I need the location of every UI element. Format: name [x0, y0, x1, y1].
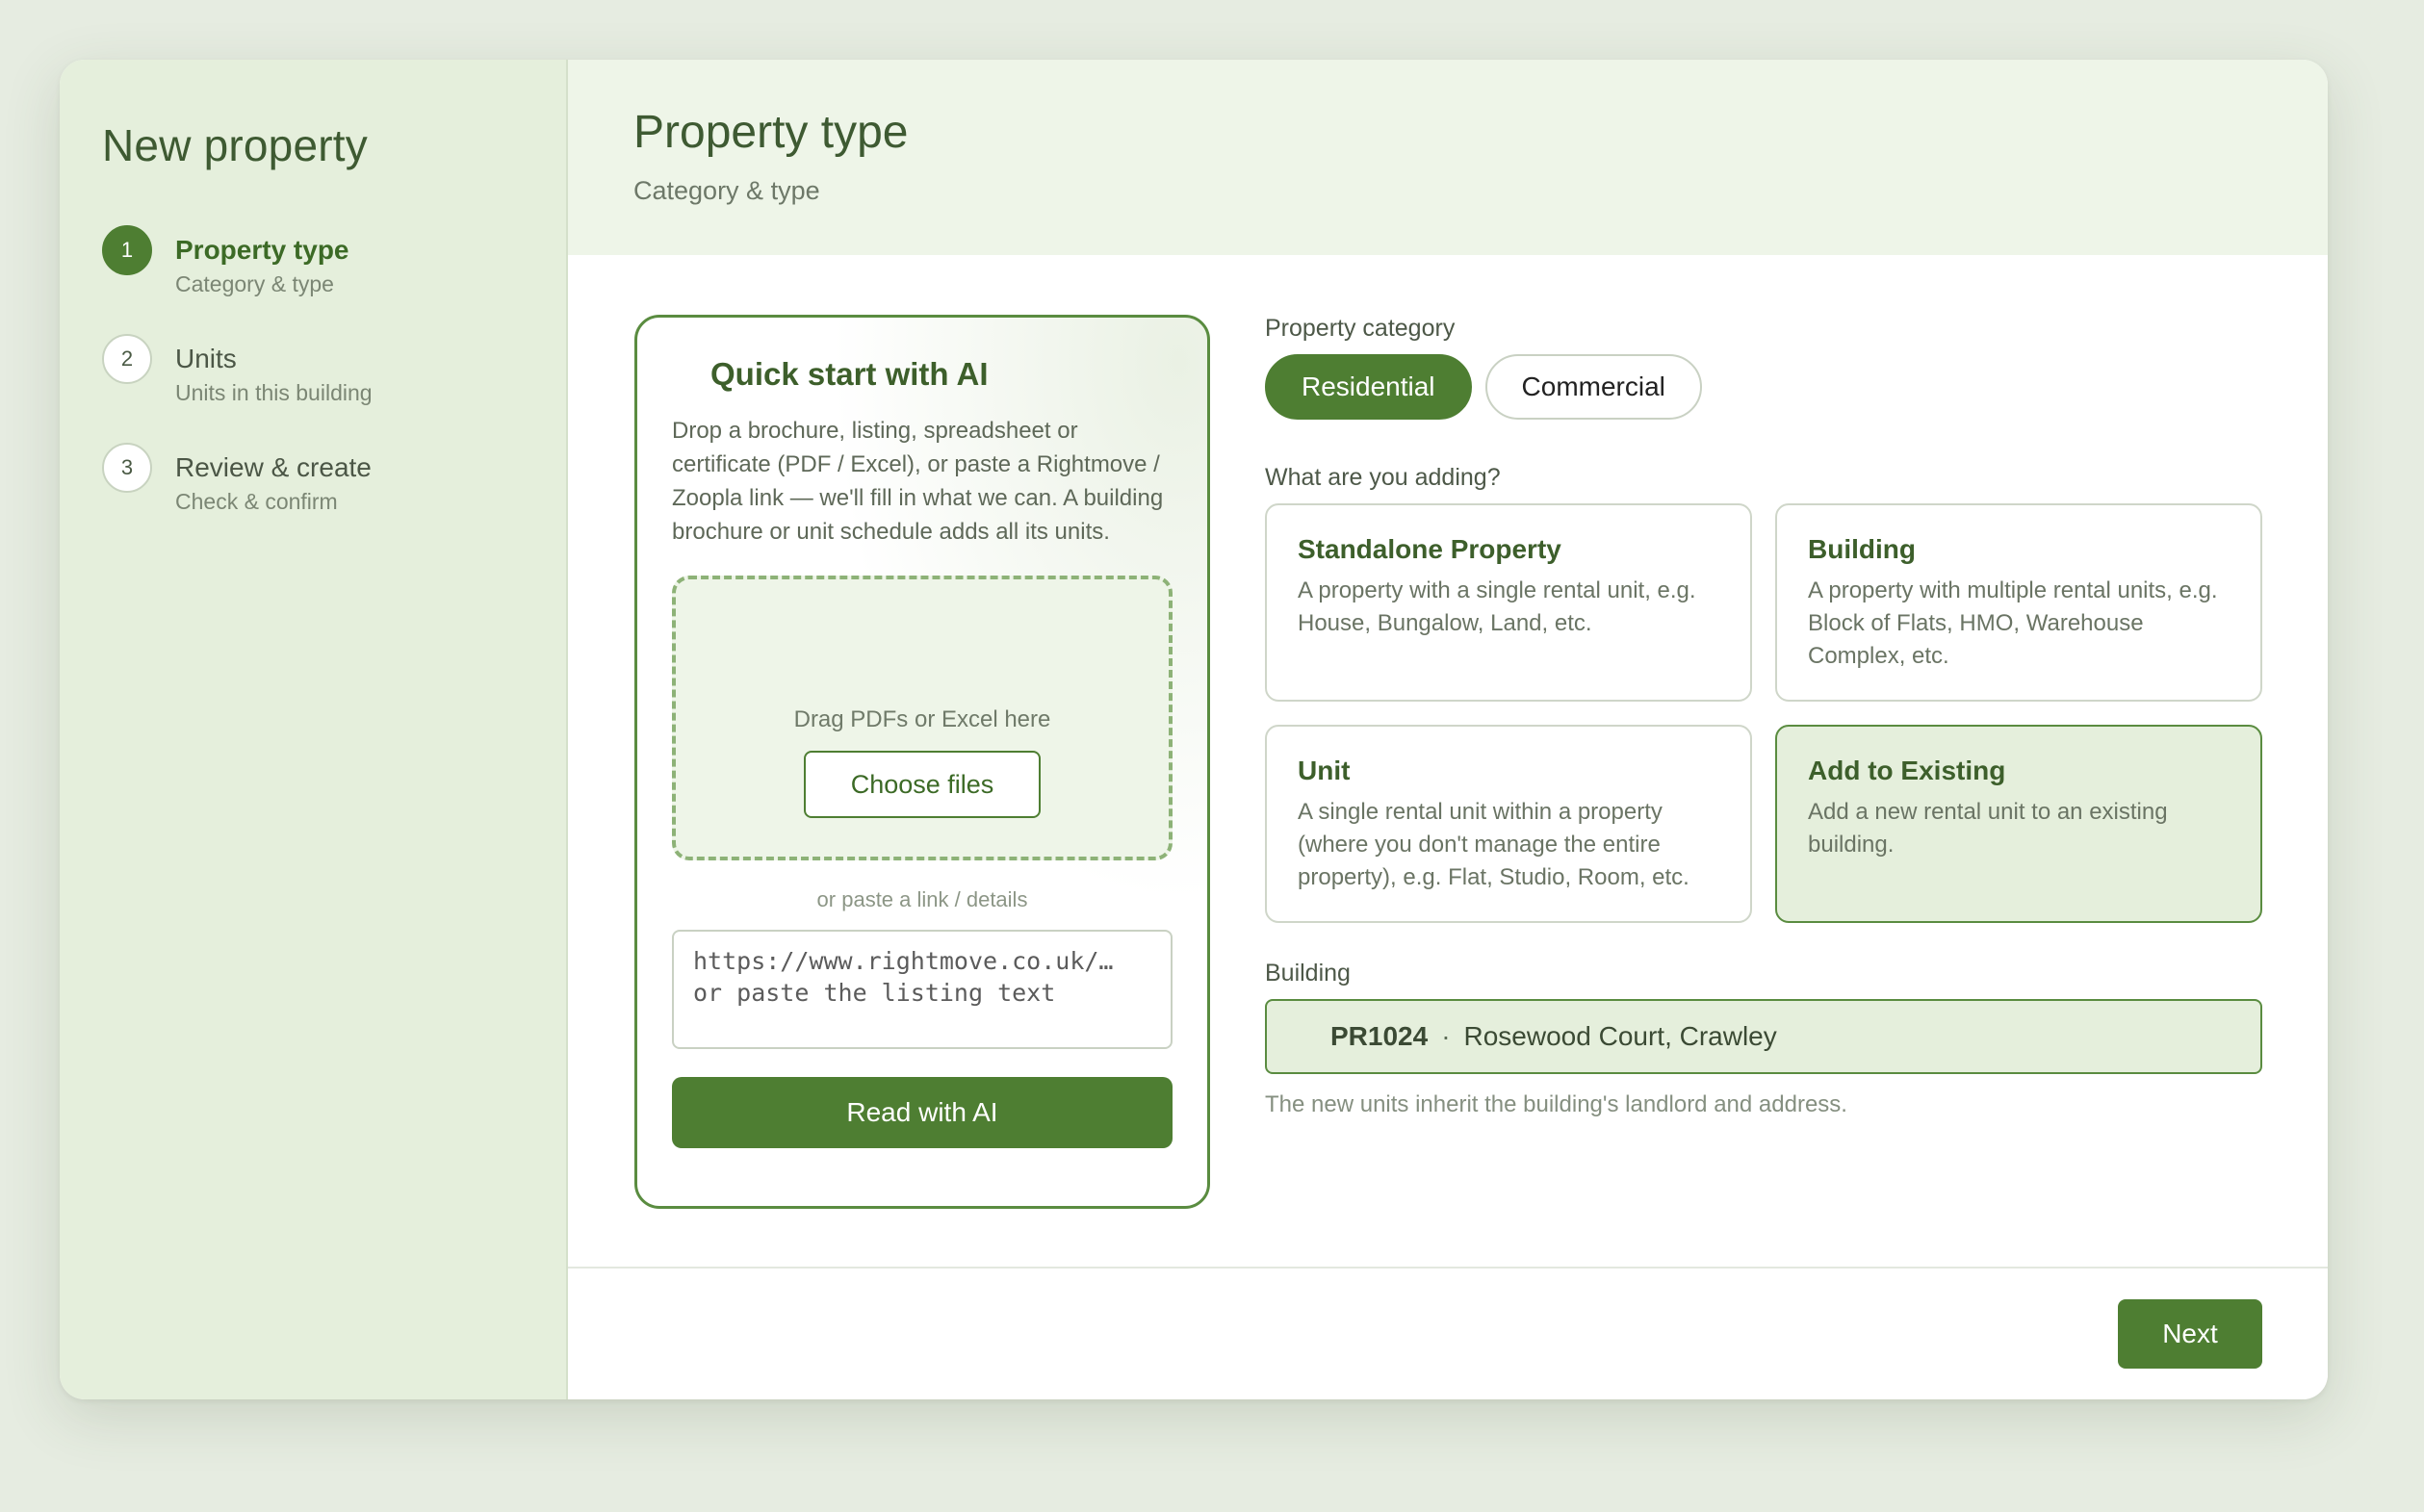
- option-title: Building: [1808, 534, 1916, 564]
- step-review-create[interactable]: 3 Review & create Check & confirm: [102, 443, 566, 515]
- step-number: 3: [102, 443, 152, 493]
- ai-quick-start-card: Quick start with AI Drop a brochure, lis…: [634, 315, 1210, 1209]
- building-hint: The new units inherit the building's lan…: [1265, 1091, 1847, 1117]
- option-description: Add a new rental unit to an existing bui…: [1808, 799, 2168, 858]
- main-panel: Property type Category & type Quick star…: [568, 60, 2328, 1399]
- dialog-footer: Next: [568, 1267, 2328, 1399]
- step-subtitle: Units in this building: [175, 380, 373, 405]
- sidebar-title: New property: [102, 120, 368, 170]
- ai-card-title: Quick start with AI: [710, 356, 989, 392]
- option-building[interactable]: Building A property with multiple rental…: [1775, 503, 2262, 702]
- step-title: Review & create: [175, 452, 372, 482]
- content-area: Quick start with AI Drop a brochure, lis…: [568, 255, 2328, 1399]
- option-description: A single rental unit within a property (…: [1298, 799, 1689, 890]
- page-header: Property type Category & type: [568, 60, 2328, 255]
- building-select[interactable]: PR1024 · Rosewood Court, Crawley: [1265, 999, 2262, 1074]
- page-title: Property type: [633, 107, 909, 158]
- category-label: Property category: [1265, 315, 1456, 342]
- ai-card-description: Drop a brochure, listing, spreadsheet or…: [672, 418, 1164, 545]
- next-button[interactable]: Next: [2118, 1299, 2262, 1369]
- option-unit[interactable]: Unit A single rental unit within a prope…: [1265, 725, 1752, 923]
- building-separator: ·: [1441, 1021, 1451, 1051]
- building-code: PR1024: [1330, 1021, 1429, 1051]
- new-property-dialog: New property 1 Property type Category & …: [60, 60, 2328, 1399]
- option-description: A property with multiple rental units, e…: [1808, 577, 2218, 669]
- option-description: A property with a single rental unit, e.…: [1298, 577, 1696, 636]
- link-details-input[interactable]: [672, 930, 1173, 1049]
- wizard-sidebar: New property 1 Property type Category & …: [60, 60, 568, 1399]
- building-name: Rosewood Court, Crawley: [1463, 1021, 1777, 1051]
- step-number: 1: [102, 225, 152, 275]
- dropzone-text: Drag PDFs or Excel here: [793, 706, 1051, 732]
- building-label: Building: [1265, 960, 1351, 987]
- step-title: Units: [175, 344, 237, 373]
- category-commercial-pill[interactable]: Commercial: [1484, 354, 1702, 420]
- step-subtitle: Check & confirm: [175, 489, 338, 514]
- step-units[interactable]: 2 Units Units in this building: [102, 334, 566, 406]
- property-type-form: Property category Residential Commercial…: [1265, 315, 2262, 1118]
- page-subtitle: Category & type: [633, 176, 820, 205]
- read-with-ai-button[interactable]: Read with AI: [672, 1077, 1173, 1148]
- option-title: Add to Existing: [1808, 756, 2006, 785]
- option-title: Standalone Property: [1298, 534, 1561, 564]
- step-title: Property type: [175, 235, 349, 265]
- category-toggle: Residential Commercial: [1265, 354, 2262, 420]
- property-kind-options: Standalone Property A property with a si…: [1265, 503, 2262, 923]
- step-number: 2: [102, 334, 152, 384]
- or-paste-text: or paste a link / details: [816, 887, 1028, 911]
- category-residential-pill[interactable]: Residential: [1265, 354, 1472, 420]
- option-standalone-property[interactable]: Standalone Property A property with a si…: [1265, 503, 1752, 702]
- option-add-to-existing[interactable]: Add to Existing Add a new rental unit to…: [1775, 725, 2262, 923]
- adding-label: What are you adding?: [1265, 464, 1501, 491]
- file-dropzone[interactable]: Drag PDFs or Excel here Choose files: [672, 576, 1173, 860]
- step-subtitle: Category & type: [175, 271, 334, 296]
- step-property-type[interactable]: 1 Property type Category & type: [102, 225, 566, 297]
- option-title: Unit: [1298, 756, 1351, 785]
- choose-files-button[interactable]: Choose files: [804, 751, 1041, 818]
